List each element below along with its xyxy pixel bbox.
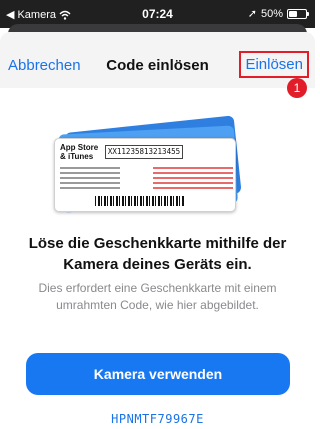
gift-card-brand: App Store & iTunes <box>60 143 99 161</box>
gift-card-red-print <box>153 167 233 192</box>
battery-level <box>289 10 297 17</box>
gift-card-code-frame: XX11235813213455 <box>105 145 183 159</box>
entered-code[interactable]: HPNMTF79967E <box>0 412 315 426</box>
gift-card-front: App Store & iTunes XX11235813213455 <box>54 138 236 212</box>
navigation-bar: Abbrechen Code einlösen Einlösen <box>0 32 315 88</box>
gift-card-fine-print <box>60 167 120 192</box>
status-indicators: ➚ 50% <box>247 7 309 20</box>
battery-icon <box>287 8 309 19</box>
step-badge: 1 <box>287 78 307 98</box>
instruction-subtext: Dies erfordert eine Geschenkkarte mit ei… <box>38 281 277 312</box>
redeem-button[interactable]: Einlösen <box>239 51 309 78</box>
location-arrow-icon: ➚ <box>247 8 257 20</box>
instruction-headline: Löse die Geschenkkarte mithilfe der Kame… <box>28 235 287 273</box>
gift-card-illustration: App Store & iTunes XX11235813213455 <box>50 115 250 213</box>
battery-percent: 50% <box>260 7 283 20</box>
use-camera-button[interactable]: Kamera verwenden <box>26 353 290 395</box>
gift-card-barcode <box>95 196 185 206</box>
